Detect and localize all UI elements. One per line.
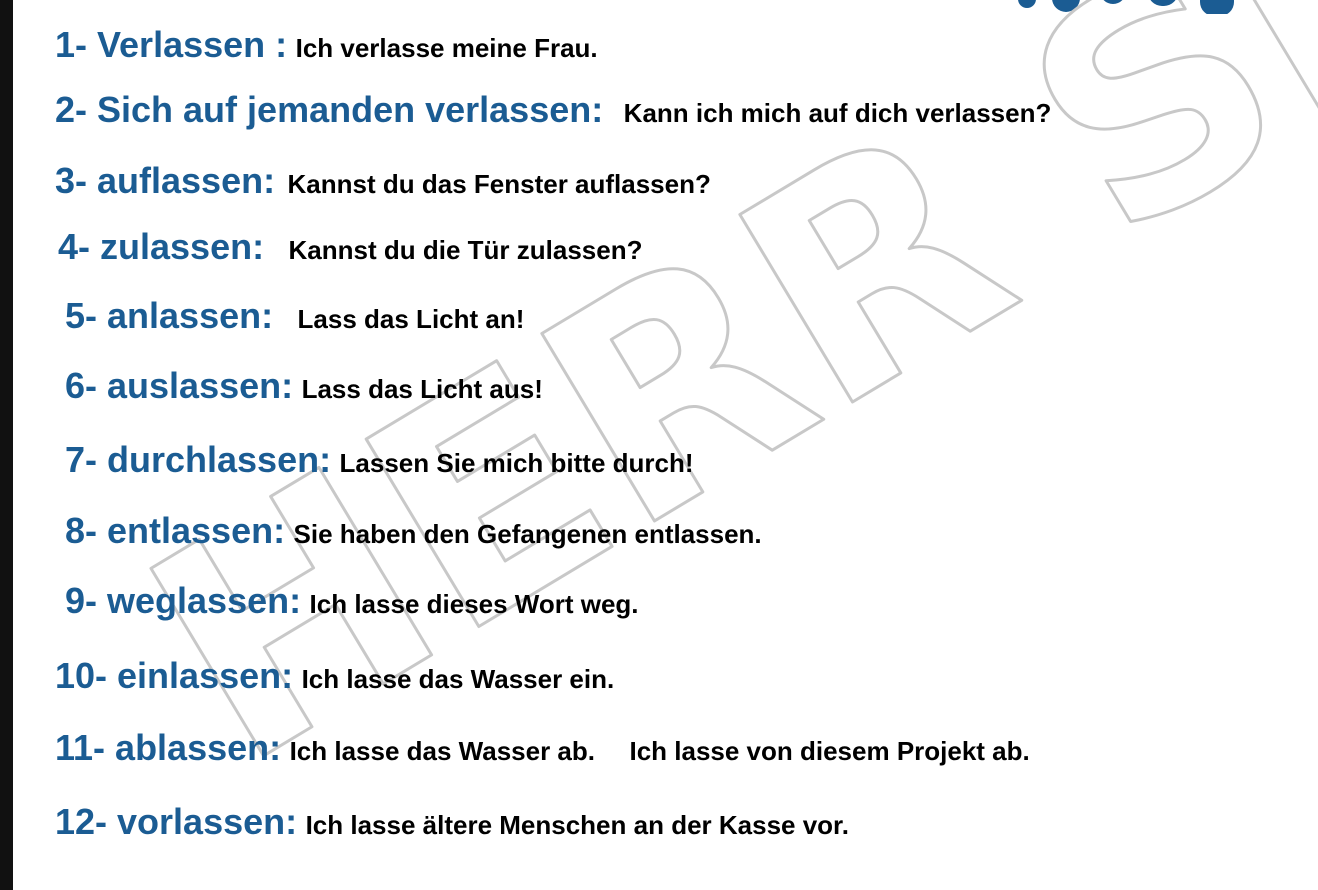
example-sentence: Ich lasse das Wasser ein.	[301, 664, 615, 694]
list-item: 1- Verlassen : Ich verlasse meine Frau.	[55, 27, 598, 63]
example-sentence: Lassen Sie mich bitte durch!	[339, 448, 694, 478]
heading-glyph-fragment	[1200, 0, 1234, 14]
term: 9- weglassen:	[65, 580, 302, 621]
list-item: 9- weglassen: Ich lasse dieses Wort weg.	[65, 583, 639, 619]
term: 5- anlassen:	[65, 295, 274, 336]
example-sentence: Kannst du das Fenster auflassen?	[287, 169, 711, 199]
example-sentence: Lass das Licht an!	[297, 304, 525, 334]
term: 2- Sich auf jemanden verlassen:	[55, 89, 604, 130]
heading-glyph-fragment	[1148, 0, 1178, 6]
term: 4- zulassen:	[58, 226, 265, 267]
term: 7- durchlassen:	[65, 439, 332, 480]
example-sentence: Kann ich mich auf dich verlassen?	[623, 98, 1052, 128]
list-item: 3- auflassen: Kannst du das Fenster aufl…	[55, 163, 711, 199]
list-item: 11- ablassen: Ich lasse das Wasser ab. I…	[55, 730, 1030, 766]
list-item: 7- durchlassen: Lassen Sie mich bitte du…	[65, 442, 694, 478]
term: 12- vorlassen:	[55, 801, 298, 842]
heading-glyph-fragment	[1052, 0, 1080, 12]
term: 6- auslassen:	[65, 365, 294, 406]
example-sentence: Ich lasse dieses Wort weg.	[309, 589, 639, 619]
list-item: 6- auslassen: Lass das Licht aus!	[65, 368, 543, 404]
example-sentence: Sie haben den Gefangenen entlassen.	[293, 519, 762, 549]
term: 8- entlassen:	[65, 510, 286, 551]
cropped-heading-remnant	[0, 0, 1318, 14]
heading-glyph-fragment	[1018, 0, 1036, 8]
list-item: 4- zulassen: Kannst du die Tür zulassen?	[58, 229, 642, 265]
list-item: 10- einlassen: Ich lasse das Wasser ein.	[55, 658, 614, 694]
example-sentence: Ich lasse ältere Menschen an der Kasse v…	[305, 810, 849, 840]
term: 10- einlassen:	[55, 655, 294, 696]
example-sentence: Kannst du die Tür zulassen?	[288, 235, 643, 265]
example-sentence: Ich verlasse meine Frau.	[295, 33, 598, 63]
list-item: 5- anlassen: Lass das Licht an!	[65, 298, 524, 334]
left-edge-bar	[0, 0, 13, 890]
list-item: 8- entlassen: Sie haben den Gefangenen e…	[65, 513, 762, 549]
example-sentence: Ich lasse das Wasser ab.	[289, 736, 596, 766]
list-item: 12- vorlassen: Ich lasse ältere Menschen…	[55, 804, 849, 840]
list-item: 2- Sich auf jemanden verlassen: Kann ich…	[55, 92, 1051, 128]
term: 3- auflassen:	[55, 160, 276, 201]
term: 1- Verlassen :	[55, 24, 288, 65]
example-sentence: Lass das Licht aus!	[301, 374, 543, 404]
heading-glyph-fragment	[1100, 0, 1126, 4]
example-sentence-second: Ich lasse von diesem Projekt ab.	[629, 736, 1030, 766]
term: 11- ablassen:	[55, 727, 282, 768]
